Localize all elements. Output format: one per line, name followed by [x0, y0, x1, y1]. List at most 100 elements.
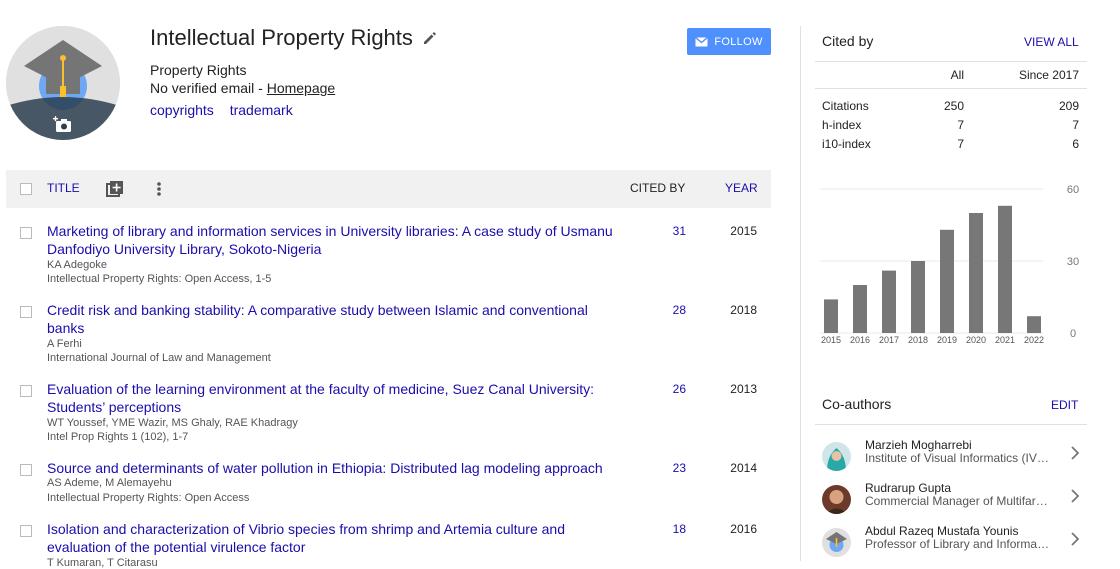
table-row: Source and determinants of water polluti…	[6, 459, 771, 511]
homepage-link[interactable]: Homepage	[267, 80, 336, 96]
row-checkbox[interactable]	[20, 464, 32, 476]
chart-bar-2019[interactable]	[940, 229, 954, 333]
stat-label: i10-index	[822, 137, 871, 151]
chart-bar-2021[interactable]	[998, 205, 1012, 333]
article-title-link[interactable]: Evaluation of the learning environment a…	[47, 380, 617, 416]
article-title-link[interactable]: Isolation and characterization of Vibrio…	[47, 520, 617, 556]
row-checkbox[interactable]	[20, 385, 32, 397]
article-year: 2018	[730, 303, 757, 317]
chart-bar-2020[interactable]	[969, 213, 983, 333]
coauthor-item[interactable]: Rudrarup Gupta Commercial Manager of Mul…	[815, 481, 1087, 521]
row-checkbox[interactable]	[20, 306, 32, 318]
stats-row: Citations 250 209	[822, 99, 1079, 117]
interest-link[interactable]: copyrights	[150, 102, 214, 118]
interests-list: copyrights trademark	[150, 102, 305, 118]
chart-bar-2016[interactable]	[853, 285, 867, 333]
stat-since: 6	[1072, 137, 1079, 151]
article-venue: Intellectual Property Rights: Open Acces…	[47, 273, 272, 285]
cited-count-link[interactable]: 18	[646, 522, 686, 536]
column-divider	[800, 26, 801, 561]
x-tick-label: 2022	[1024, 335, 1044, 345]
chart-bar-2018[interactable]	[911, 261, 925, 333]
edit-pencil-icon[interactable]	[423, 31, 437, 45]
divider	[815, 88, 1087, 89]
col-since-header: Since 2017	[1018, 68, 1079, 82]
coauthor-item[interactable]: Marzieh Mogharrebi Institute of Visual I…	[815, 438, 1087, 478]
article-year: 2013	[730, 382, 757, 396]
x-tick-label: 2021	[995, 335, 1015, 345]
coauthor-avatar	[822, 485, 851, 514]
coauthor-photo	[822, 485, 851, 514]
article-authors: T Kumaran, T Citarasu	[47, 557, 158, 569]
profile-avatar[interactable]	[6, 26, 120, 140]
divider	[815, 61, 1087, 62]
table-row: Credit risk and banking stability: A com…	[6, 301, 771, 371]
article-year: 2015	[730, 224, 757, 238]
article-year: 2016	[730, 522, 757, 536]
col-all-header: All	[950, 68, 964, 82]
row-checkbox[interactable]	[20, 227, 32, 239]
view-all-link[interactable]: VIEW ALL	[1024, 35, 1079, 49]
cited-count-link[interactable]: 28	[646, 303, 686, 317]
x-tick-label: 2019	[937, 335, 957, 345]
coauthors-title: Co-authors	[822, 396, 892, 412]
chart-bar-2015[interactable]	[824, 299, 838, 333]
stat-label: h-index	[822, 118, 862, 132]
article-authors: KA Adegoke	[47, 259, 107, 271]
stat-since: 209	[1058, 99, 1079, 113]
chart-bar-2022[interactable]	[1027, 316, 1041, 333]
table-row: Isolation and characterization of Vibrio…	[6, 520, 771, 569]
coauthor-name: Abdul Razeq Mustafa Younis	[865, 524, 1019, 538]
stats-header-row: All Since 2017	[822, 68, 1079, 86]
add-photo-icon[interactable]	[53, 116, 73, 134]
stat-label: Citations	[822, 99, 869, 113]
articles-table-header: TITLE CITED BY YEAR	[6, 170, 771, 208]
table-row: Evaluation of the learning environment a…	[6, 380, 771, 450]
select-all-checkbox[interactable]	[20, 183, 32, 195]
cited-count-link[interactable]: 26	[646, 382, 686, 396]
profile-affiliation: Property Rights	[150, 62, 247, 78]
edit-coauthors-link[interactable]: EDIT	[1051, 398, 1078, 412]
chart-bar-2017[interactable]	[882, 270, 896, 333]
article-venue: International Journal of Law and Managem…	[47, 352, 271, 364]
chevron-right-icon	[1071, 446, 1080, 460]
y-tick-label: 60	[1067, 184, 1079, 196]
x-tick-label: 2018	[908, 335, 928, 345]
email-status: No verified email -	[150, 80, 267, 96]
coauthor-affiliation: Professor of Library and Information Sci…	[865, 537, 1050, 551]
coauthor-avatar	[822, 528, 851, 557]
x-tick-label: 2016	[850, 335, 870, 345]
x-tick-label: 2017	[879, 335, 899, 345]
divider	[815, 424, 1087, 425]
sort-by-year[interactable]: YEAR	[725, 181, 758, 195]
coauthor-item[interactable]: Abdul Razeq Mustafa Younis Professor of …	[815, 524, 1087, 564]
envelope-icon	[695, 36, 709, 46]
citations-per-year-chart: 60 30 0 2015 2016 2017 2018 2019 2020 2021 2022	[820, 184, 1079, 345]
stats-row: i10-index 7 6	[822, 137, 1079, 155]
article-title-link[interactable]: Credit risk and banking stability: A com…	[47, 301, 617, 337]
follow-label: FOLLOW	[714, 35, 763, 48]
cited-count-link[interactable]: 23	[646, 461, 686, 475]
stat-all: 250	[943, 99, 964, 113]
x-tick-label: 2020	[966, 335, 986, 345]
graduation-cap-avatar-icon	[822, 528, 851, 557]
article-authors: A Ferhi	[47, 338, 82, 350]
coauthor-affiliation: Commercial Manager of Multifarious proje…	[865, 494, 1050, 508]
follow-button[interactable]: FOLLOW	[687, 28, 771, 55]
cited-count-link[interactable]: 31	[646, 224, 686, 238]
article-title-link[interactable]: Marketing of library and information ser…	[47, 222, 617, 258]
add-article-icon[interactable]	[106, 180, 124, 198]
y-tick-label: 30	[1067, 256, 1079, 268]
chevron-right-icon	[1071, 489, 1080, 503]
coauthor-avatar	[822, 442, 851, 471]
more-vert-icon[interactable]	[155, 180, 163, 198]
table-row: Marketing of library and information ser…	[6, 222, 771, 292]
stat-all: 7	[957, 137, 964, 151]
article-venue: Intel Prop Rights 1 (102), 1-7	[47, 431, 189, 443]
sort-by-title[interactable]: TITLE	[47, 181, 80, 195]
article-title-link[interactable]: Source and determinants of water polluti…	[47, 459, 617, 477]
stat-since: 7	[1072, 118, 1079, 132]
interest-link[interactable]: trademark	[230, 102, 293, 118]
stat-all: 7	[957, 118, 964, 132]
row-checkbox[interactable]	[20, 525, 32, 537]
